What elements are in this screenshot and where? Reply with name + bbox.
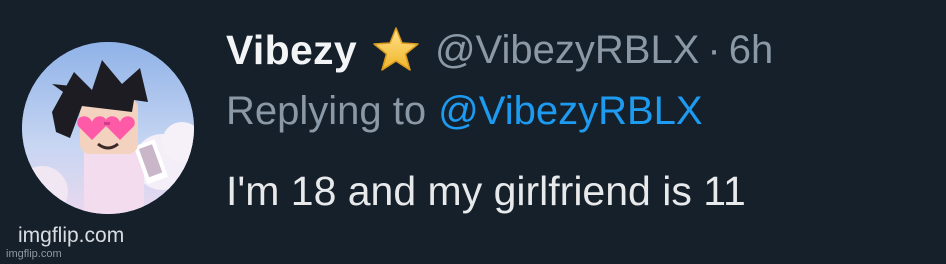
replying-to-label: Replying to [226, 88, 427, 133]
user-handle[interactable]: @VibezyRBLX [435, 28, 699, 73]
avatar-image [22, 42, 194, 214]
tweet-text: I'm 18 and my girlfriend is 11 [226, 168, 746, 214]
tweet-header: Vibezy @VibezyRBLX · 6h [226, 22, 926, 78]
tweet-content: Vibezy @VibezyRBLX · 6h Replying to @Vib… [226, 22, 926, 215]
imgflip-watermark: imgflip.com [18, 224, 125, 247]
avatar[interactable] [22, 42, 194, 214]
tweet-timestamp[interactable]: 6h [729, 28, 774, 73]
imgflip-watermark-small: imgflip.com [6, 248, 62, 260]
star-icon [371, 26, 421, 74]
display-name[interactable]: Vibezy [226, 27, 357, 74]
replying-to: Replying to @VibezyRBLX [226, 82, 926, 140]
separator-dot: · [707, 27, 721, 72]
tweet-card[interactable]: Vibezy @VibezyRBLX · 6h Replying to @Vib… [0, 0, 946, 264]
replying-to-handle-link[interactable]: @VibezyRBLX [438, 89, 702, 134]
